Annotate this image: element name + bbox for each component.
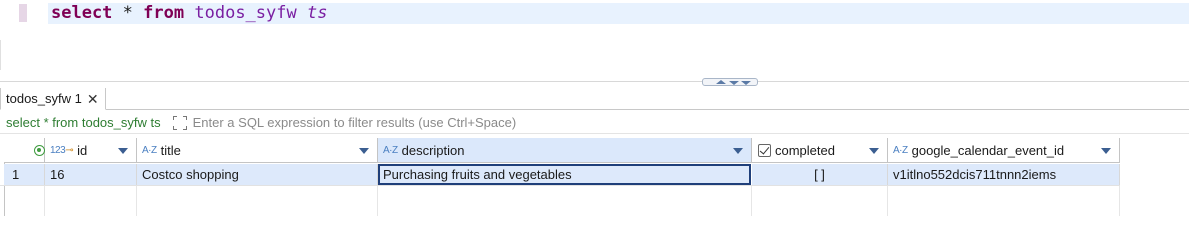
column-divider bbox=[751, 186, 752, 216]
column-header-google-calendar-event-id[interactable]: A·Z google_calendar_event_id bbox=[888, 138, 1120, 163]
column-header-id[interactable]: 123⊸ id bbox=[45, 138, 137, 163]
column-divider bbox=[377, 186, 378, 216]
row-number-header[interactable] bbox=[4, 138, 45, 163]
sql-code-line[interactable]: select * from todos_syfw ts bbox=[51, 3, 327, 24]
column-header-completed[interactable]: completed bbox=[752, 138, 888, 163]
minimize-down-icon[interactable] bbox=[741, 81, 751, 85]
text-type-icon: A·Z bbox=[893, 144, 908, 156]
boolean-type-icon bbox=[758, 143, 771, 157]
cell-title[interactable]: Costco shopping bbox=[137, 164, 378, 185]
column-divider bbox=[44, 186, 45, 216]
text-type-icon: A·Z bbox=[383, 144, 398, 156]
cell-google-calendar-event-id[interactable]: v1itlno552dcis711tnnn2iems bbox=[888, 164, 1120, 185]
sql-editor[interactable]: select * from todos_syfw ts bbox=[0, 0, 1189, 80]
editor-ruler bbox=[0, 40, 3, 70]
maximize-up-icon[interactable] bbox=[716, 80, 726, 84]
sql-table-alias: ts bbox=[306, 3, 328, 23]
text-type-icon: A·Z bbox=[142, 144, 157, 156]
column-label-google-calendar-event-id: google_calendar_event_id bbox=[911, 142, 1065, 158]
row-divider bbox=[0, 185, 1120, 186]
cell-id[interactable]: 16 bbox=[45, 164, 137, 185]
sql-star: * bbox=[122, 3, 133, 23]
sql-keyword-from: from bbox=[143, 3, 185, 23]
close-icon[interactable]: ✕ bbox=[87, 92, 99, 106]
column-label-description: description bbox=[401, 142, 465, 158]
chevron-down-icon[interactable] bbox=[1101, 148, 1111, 154]
column-label-title: title bbox=[160, 142, 181, 158]
active-query-label[interactable]: select * from todos_syfw ts bbox=[6, 115, 161, 130]
column-divider bbox=[136, 186, 137, 216]
chevron-down-icon[interactable] bbox=[869, 148, 879, 154]
splitter-line bbox=[0, 81, 1189, 82]
restore-down-icon[interactable] bbox=[729, 81, 739, 85]
filter-bar: select * from todos_syfw ts bbox=[0, 112, 1189, 134]
sql-table-name: todos_syfw bbox=[194, 3, 297, 23]
select-all-icon[interactable] bbox=[34, 145, 45, 156]
row-number[interactable]: 1 bbox=[4, 164, 45, 185]
chevron-down-icon[interactable] bbox=[733, 148, 743, 154]
numeric-type-icon: 123⊸ bbox=[50, 144, 74, 156]
tab-todos-syfw-1[interactable]: todos_syfw 1 ✕ bbox=[0, 88, 106, 110]
splitter-handle[interactable] bbox=[702, 78, 758, 86]
line-marker bbox=[19, 4, 27, 22]
column-divider bbox=[1119, 186, 1120, 216]
column-label-completed: completed bbox=[775, 142, 835, 158]
tab-label: todos_syfw 1 bbox=[6, 91, 82, 106]
results-grid: 123⊸ id A·Z title A·Z description comple… bbox=[0, 136, 1189, 216]
expand-icon[interactable] bbox=[172, 115, 187, 130]
cell-completed[interactable]: [ ] bbox=[752, 164, 888, 185]
column-header-description[interactable]: A·Z description bbox=[378, 138, 752, 163]
chevron-down-icon[interactable] bbox=[118, 148, 128, 154]
panel-splitter[interactable] bbox=[0, 76, 1189, 88]
column-header-title[interactable]: A·Z title bbox=[137, 138, 378, 163]
filter-input[interactable] bbox=[192, 115, 793, 130]
sql-keyword-select: select bbox=[51, 3, 113, 23]
column-divider bbox=[887, 186, 888, 216]
results-tabbar: todos_syfw 1 ✕ bbox=[0, 88, 1189, 110]
chevron-down-icon[interactable] bbox=[359, 148, 369, 154]
column-label-id: id bbox=[77, 142, 88, 158]
cell-description[interactable]: Purchasing fruits and vegetables bbox=[378, 164, 751, 185]
